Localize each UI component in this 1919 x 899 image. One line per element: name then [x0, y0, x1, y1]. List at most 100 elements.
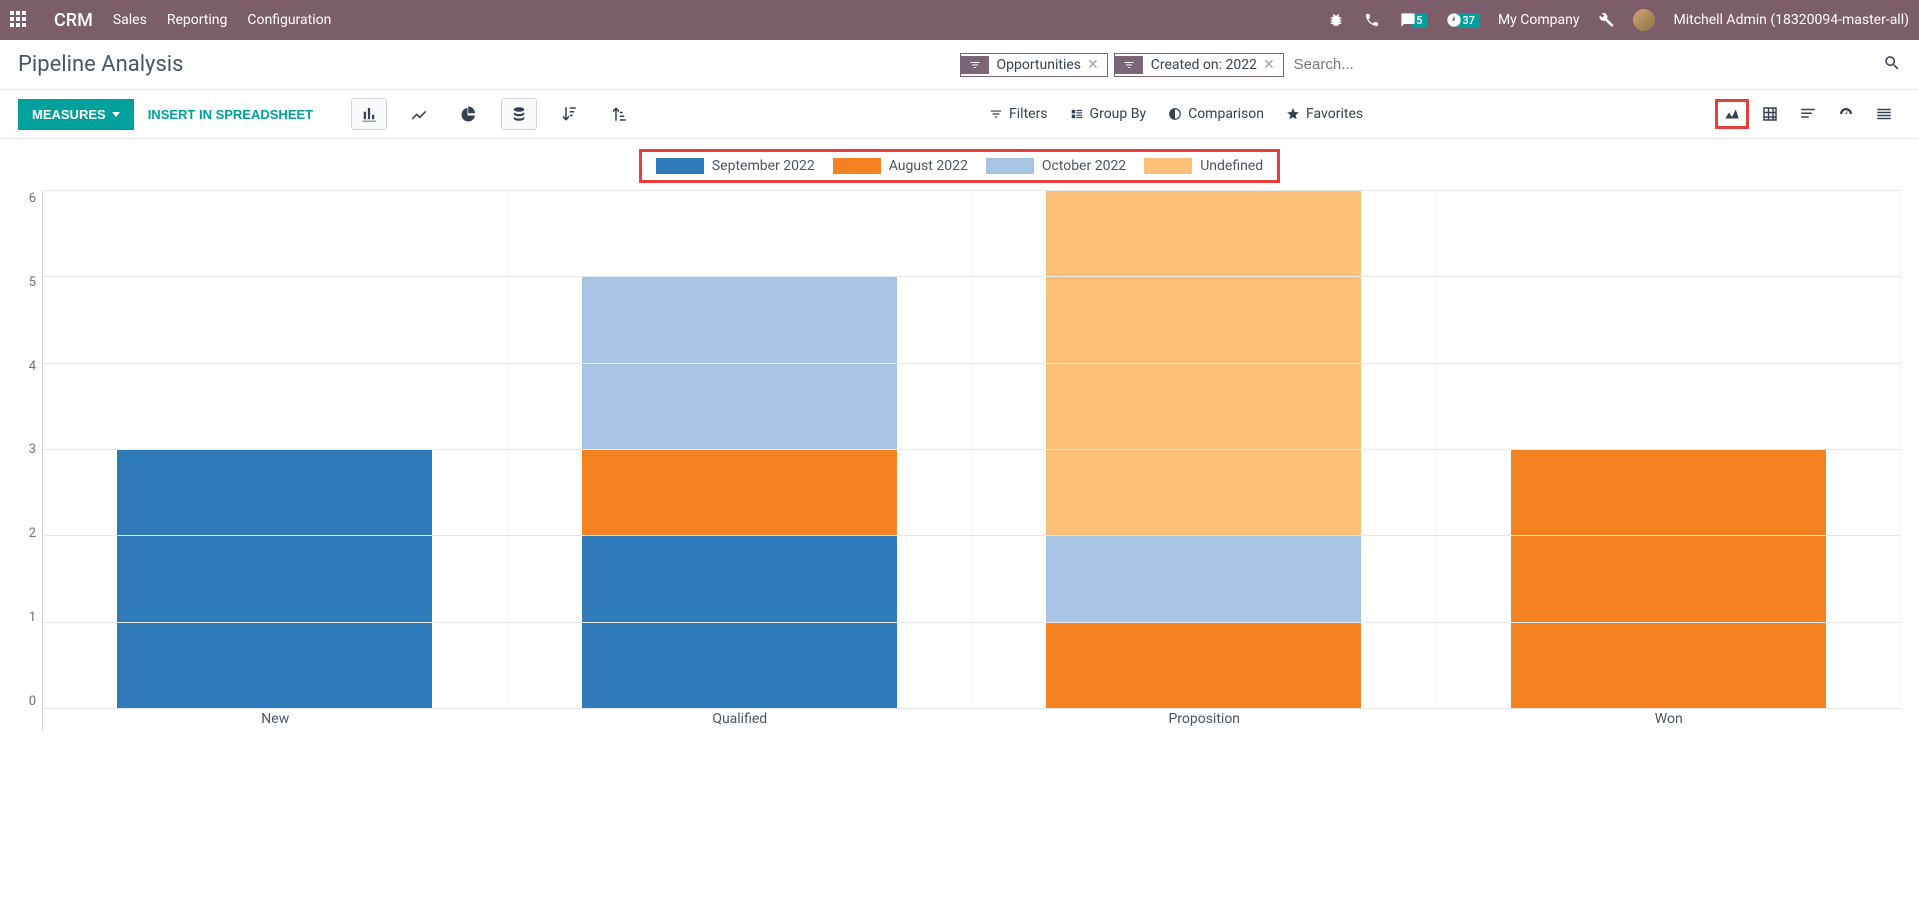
legend-swatch	[833, 158, 881, 174]
x-tick-label: New	[43, 709, 508, 731]
search-icon[interactable]	[1883, 54, 1901, 76]
favorites-label: Favorites	[1306, 106, 1363, 122]
filter-icon	[1115, 56, 1143, 74]
stacked-button[interactable]	[501, 98, 537, 130]
legend-swatch	[1144, 158, 1192, 174]
y-tick-label: 6	[29, 191, 36, 206]
bar-stack[interactable]	[117, 191, 432, 709]
measures-label: MEASURES	[32, 107, 106, 122]
filters-label: Filters	[1009, 106, 1048, 122]
bar-segment[interactable]	[117, 450, 432, 709]
clock-icon	[1445, 11, 1463, 29]
header-row: Pipeline Analysis Opportunities ✕ Create…	[0, 40, 1919, 90]
legend-label: Undefined	[1200, 158, 1263, 174]
pivot-view-button[interactable]	[1753, 99, 1787, 129]
comparison-label: Comparison	[1188, 106, 1264, 122]
bar-slot	[1437, 191, 1902, 709]
nav-sales[interactable]: Sales	[113, 12, 147, 28]
bar-segment[interactable]	[582, 536, 897, 709]
filter-icon	[961, 56, 989, 74]
filters-dropdown[interactable]: Filters	[989, 106, 1048, 122]
legend-item-september[interactable]: September 2022	[656, 158, 815, 174]
plot-area: NewQualifiedPropositionWon	[42, 191, 1901, 731]
line-chart-button[interactable]	[401, 98, 437, 130]
app-name[interactable]: CRM	[54, 10, 93, 31]
groupby-dropdown[interactable]: Group By	[1070, 106, 1147, 122]
sort-asc-button[interactable]	[601, 98, 637, 130]
filter-chip-label: Created on: 2022	[1151, 57, 1257, 73]
view-switcher	[1715, 99, 1901, 129]
chart-legend: September 2022 August 2022 October 2022 …	[639, 149, 1280, 183]
graph-view-button[interactable]	[1715, 99, 1749, 129]
x-tick-label: Proposition	[972, 709, 1437, 731]
caret-down-icon	[112, 112, 120, 117]
phone-icon[interactable]	[1363, 11, 1381, 29]
bar-segment[interactable]	[1511, 450, 1826, 709]
bar-slot	[508, 191, 973, 709]
search-area: Opportunities ✕ Created on: 2022 ✕	[960, 52, 1902, 77]
chart-container: September 2022 August 2022 October 2022 …	[0, 139, 1919, 751]
legend-swatch	[986, 158, 1034, 174]
y-tick-label: 1	[29, 610, 36, 625]
x-tick-label: Qualified	[508, 709, 973, 731]
measures-button[interactable]: MEASURES	[18, 99, 134, 130]
legend-item-august[interactable]: August 2022	[833, 158, 968, 174]
bar-segment[interactable]	[1046, 536, 1361, 622]
comparison-dropdown[interactable]: Comparison	[1168, 106, 1264, 122]
filter-chip-opportunities[interactable]: Opportunities ✕	[960, 53, 1108, 77]
y-axis: 6 5 4 3 2 1 0	[18, 191, 42, 731]
page-title: Pipeline Analysis	[18, 52, 184, 77]
chip-close-icon[interactable]: ✕	[1263, 57, 1275, 73]
bar-slot	[972, 191, 1437, 709]
filter-chip-label: Opportunities	[997, 57, 1082, 73]
cohort-view-button[interactable]	[1867, 99, 1901, 129]
pie-chart-button[interactable]	[451, 98, 487, 130]
groupby-label: Group By	[1090, 106, 1147, 122]
navbar-right: 5 37 My Company Mitchell Admin (18320094…	[1327, 9, 1909, 31]
bar-chart-button[interactable]	[351, 98, 387, 130]
y-tick-label: 3	[29, 442, 36, 457]
legend-swatch	[656, 158, 704, 174]
favorites-dropdown[interactable]: Favorites	[1286, 106, 1363, 122]
nav-configuration[interactable]: Configuration	[247, 12, 331, 28]
y-tick-label: 5	[29, 275, 36, 290]
legend-label: September 2022	[712, 158, 815, 174]
bar-segment[interactable]	[582, 450, 897, 536]
activities-indicator[interactable]: 37	[1445, 11, 1480, 29]
y-tick-label: 0	[29, 694, 36, 709]
insert-spreadsheet-button[interactable]: INSERT IN SPREADSHEET	[148, 107, 313, 122]
bug-icon[interactable]	[1327, 11, 1345, 29]
bar-stack[interactable]	[1046, 191, 1361, 709]
sort-desc-button[interactable]	[551, 98, 587, 130]
bar-segment[interactable]	[1046, 191, 1361, 536]
bar-slot	[43, 191, 508, 709]
chart-body: 6 5 4 3 2 1 0 NewQualifiedPropositionWon	[18, 191, 1901, 731]
x-tick-label: Won	[1437, 709, 1902, 731]
bar-segment[interactable]	[1046, 623, 1361, 709]
toolbar-row: MEASURES INSERT IN SPREADSHEET Filters G…	[0, 90, 1919, 139]
company-switcher[interactable]: My Company	[1498, 12, 1580, 28]
dashboard-view-button[interactable]	[1829, 99, 1863, 129]
legend-item-undefined[interactable]: Undefined	[1144, 158, 1263, 174]
user-menu[interactable]: Mitchell Admin (18320094-master-all)	[1673, 12, 1909, 28]
tools-icon[interactable]	[1597, 11, 1615, 29]
filter-chip-created-on[interactable]: Created on: 2022 ✕	[1114, 53, 1284, 77]
bar-stack[interactable]	[582, 191, 897, 709]
legend-label: October 2022	[1042, 158, 1126, 174]
bar-segment[interactable]	[582, 277, 897, 450]
search-input[interactable]	[1290, 52, 1877, 77]
list-view-button[interactable]	[1791, 99, 1825, 129]
y-tick-label: 2	[29, 526, 36, 541]
legend-item-october[interactable]: October 2022	[986, 158, 1126, 174]
legend-label: August 2022	[889, 158, 968, 174]
avatar[interactable]	[1633, 9, 1655, 31]
navbar-left: CRM Sales Reporting Configuration	[10, 10, 331, 31]
messages-indicator[interactable]: 5	[1399, 11, 1427, 29]
apps-grid-icon[interactable]	[10, 11, 28, 29]
top-navbar: CRM Sales Reporting Configuration 5 37 M…	[0, 0, 1919, 40]
toolbar-search-options: Filters Group By Comparison Favorites	[989, 106, 1363, 122]
nav-reporting[interactable]: Reporting	[167, 12, 228, 28]
bar-stack[interactable]	[1511, 191, 1826, 709]
y-tick-label: 4	[29, 359, 36, 374]
chip-close-icon[interactable]: ✕	[1087, 57, 1099, 73]
